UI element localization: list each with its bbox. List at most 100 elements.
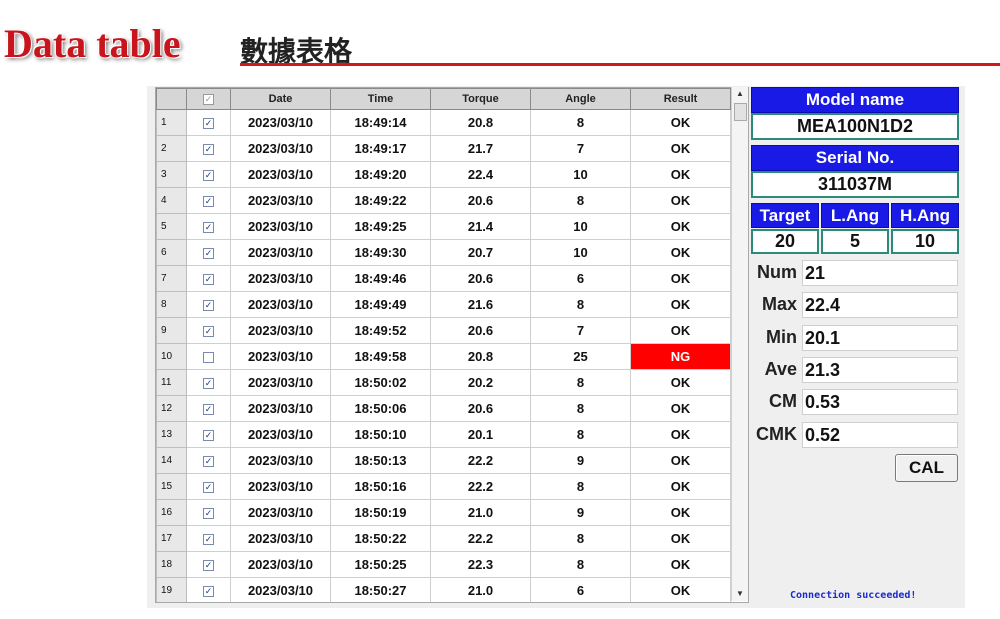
cell-date[interactable]: 2023/03/10 — [230, 525, 331, 552]
table-row[interactable]: 6 ✓ 2023/03/10 18:49:30 20.7 10 OK — [156, 239, 731, 266]
table-row[interactable]: 12 ✓ 2023/03/10 18:50:06 20.6 8 OK — [156, 395, 731, 422]
row-checkbox[interactable]: ✓ — [186, 291, 231, 318]
table-row[interactable]: 2 ✓ 2023/03/10 18:49:17 21.7 7 OK — [156, 135, 731, 162]
table-row[interactable]: 10 2023/03/10 18:49:58 20.8 25 NG — [156, 343, 731, 370]
checkbox-icon[interactable]: ✓ — [203, 170, 214, 182]
cell-time[interactable]: 18:50:27 — [330, 577, 431, 602]
cell-angle[interactable]: 9 — [530, 447, 631, 474]
row-checkbox[interactable]: ✓ — [186, 109, 231, 136]
row-checkbox[interactable]: ✓ — [186, 395, 231, 422]
select-all-checkbox[interactable]: ✓ — [186, 88, 231, 110]
cell-torque[interactable]: 20.1 — [430, 421, 531, 448]
cell-time[interactable]: 18:50:10 — [330, 421, 431, 448]
cell-date[interactable]: 2023/03/10 — [230, 499, 331, 526]
cell-result[interactable]: OK — [630, 239, 731, 266]
cell-time[interactable]: 18:50:22 — [330, 525, 431, 552]
checkbox-icon[interactable]: ✓ — [203, 586, 214, 598]
checkbox-icon[interactable]: ✓ — [203, 456, 214, 468]
cell-torque[interactable]: 22.4 — [430, 161, 531, 188]
table-row[interactable]: 4 ✓ 2023/03/10 18:49:22 20.6 8 OK — [156, 187, 731, 214]
cell-date[interactable]: 2023/03/10 — [230, 135, 331, 162]
checkbox-icon[interactable]: ✓ — [203, 534, 214, 546]
row-number[interactable]: 14 — [156, 447, 187, 474]
cell-time[interactable]: 18:49:49 — [330, 291, 431, 318]
table-row[interactable]: 16 ✓ 2023/03/10 18:50:19 21.0 9 OK — [156, 499, 731, 526]
cell-time[interactable]: 18:49:58 — [330, 343, 431, 370]
cell-date[interactable]: 2023/03/10 — [230, 187, 331, 214]
cell-torque[interactable]: 20.6 — [430, 265, 531, 292]
row-checkbox[interactable]: ✓ — [186, 187, 231, 214]
row-number[interactable]: 17 — [156, 525, 187, 552]
row-number[interactable]: 16 — [156, 499, 187, 526]
cell-date[interactable]: 2023/03/10 — [230, 421, 331, 448]
scroll-up-icon[interactable]: ▲ — [732, 87, 748, 101]
cell-angle[interactable]: 6 — [530, 265, 631, 292]
table-row[interactable]: 9 ✓ 2023/03/10 18:49:52 20.6 7 OK — [156, 317, 731, 344]
row-checkbox[interactable]: ✓ — [186, 447, 231, 474]
column-header-time[interactable]: Time — [330, 88, 431, 110]
cell-result[interactable]: OK — [630, 317, 731, 344]
cell-result[interactable]: OK — [630, 395, 731, 422]
cell-torque[interactable]: 22.3 — [430, 551, 531, 578]
cell-result[interactable]: OK — [630, 447, 731, 474]
checkbox-icon[interactable]: ✓ — [203, 93, 214, 105]
cell-result[interactable]: OK — [630, 135, 731, 162]
cell-date[interactable]: 2023/03/10 — [230, 395, 331, 422]
cell-torque[interactable]: 21.0 — [430, 499, 531, 526]
scroll-thumb[interactable] — [734, 103, 747, 121]
row-number[interactable]: 10 — [156, 343, 187, 370]
cell-angle[interactable]: 8 — [530, 369, 631, 396]
table-row[interactable]: 15 ✓ 2023/03/10 18:50:16 22.2 8 OK — [156, 473, 731, 500]
checkbox-icon[interactable]: ✓ — [203, 300, 214, 312]
checkbox-icon[interactable]: ✓ — [203, 482, 214, 494]
cell-torque[interactable]: 21.4 — [430, 213, 531, 240]
row-checkbox[interactable]: ✓ — [186, 265, 231, 292]
table-row[interactable]: 14 ✓ 2023/03/10 18:50:13 22.2 9 OK — [156, 447, 731, 474]
cell-angle[interactable]: 8 — [530, 473, 631, 500]
cell-angle[interactable]: 8 — [530, 421, 631, 448]
checkbox-icon[interactable]: ✓ — [203, 118, 214, 130]
row-checkbox[interactable]: ✓ — [186, 577, 231, 602]
column-header-date[interactable]: Date — [230, 88, 331, 110]
scroll-down-icon[interactable]: ▼ — [732, 587, 748, 601]
cell-torque[interactable]: 22.2 — [430, 473, 531, 500]
column-header-angle[interactable]: Angle — [530, 88, 631, 110]
checkbox-icon[interactable]: ✓ — [203, 196, 214, 208]
cell-date[interactable]: 2023/03/10 — [230, 239, 331, 266]
cell-torque[interactable]: 20.8 — [430, 343, 531, 370]
cell-angle[interactable]: 10 — [530, 239, 631, 266]
cell-angle[interactable]: 10 — [530, 161, 631, 188]
table-row[interactable]: 8 ✓ 2023/03/10 18:49:49 21.6 8 OK — [156, 291, 731, 318]
cell-torque[interactable]: 20.8 — [430, 109, 531, 136]
cell-result[interactable]: OK — [630, 473, 731, 500]
cell-angle[interactable]: 8 — [530, 525, 631, 552]
cell-time[interactable]: 18:50:02 — [330, 369, 431, 396]
cell-result[interactable]: OK — [630, 291, 731, 318]
cell-torque[interactable]: 22.2 — [430, 525, 531, 552]
cell-time[interactable]: 18:50:13 — [330, 447, 431, 474]
cell-angle[interactable]: 25 — [530, 343, 631, 370]
row-number[interactable]: 3 — [156, 161, 187, 188]
cell-date[interactable]: 2023/03/10 — [230, 473, 331, 500]
cell-time[interactable]: 18:50:25 — [330, 551, 431, 578]
cell-time[interactable]: 18:49:20 — [330, 161, 431, 188]
table-row[interactable]: 3 ✓ 2023/03/10 18:49:20 22.4 10 OK — [156, 161, 731, 188]
cell-result[interactable]: NG — [630, 343, 731, 370]
row-checkbox[interactable]: ✓ — [186, 161, 231, 188]
vertical-scrollbar[interactable]: ▲ ▼ — [731, 87, 748, 601]
column-header-result[interactable]: Result — [630, 88, 731, 110]
cell-torque[interactable]: 20.2 — [430, 369, 531, 396]
row-number[interactable]: 6 — [156, 239, 187, 266]
cell-time[interactable]: 18:49:22 — [330, 187, 431, 214]
cell-time[interactable]: 18:49:46 — [330, 265, 431, 292]
cell-date[interactable]: 2023/03/10 — [230, 343, 331, 370]
row-number[interactable]: 15 — [156, 473, 187, 500]
row-number[interactable]: 13 — [156, 421, 187, 448]
row-checkbox[interactable]: ✓ — [186, 369, 231, 396]
column-header-torque[interactable]: Torque — [430, 88, 531, 110]
row-checkbox[interactable]: ✓ — [186, 473, 231, 500]
cell-torque[interactable]: 21.6 — [430, 291, 531, 318]
cell-result[interactable]: OK — [630, 187, 731, 214]
table-row[interactable]: 19 ✓ 2023/03/10 18:50:27 21.0 6 OK — [156, 577, 731, 602]
row-number[interactable]: 4 — [156, 187, 187, 214]
